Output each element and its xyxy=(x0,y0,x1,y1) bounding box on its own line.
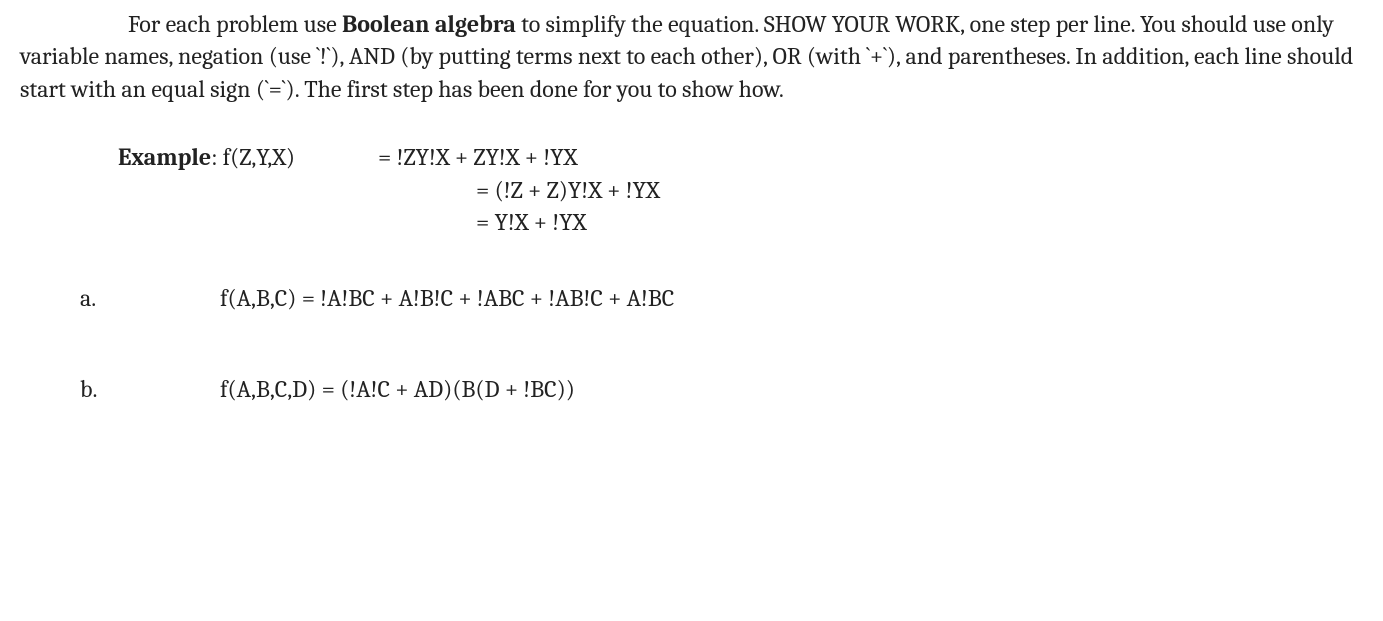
example-line-1: = (!Z + Z)Y!X + !YX xyxy=(476,174,1363,206)
example-block: Example: f(Z,Y,X) = !ZY!X + ZY!X + !YX =… xyxy=(118,141,1363,238)
problem-letter: b. xyxy=(80,373,140,405)
problem-letter: a. xyxy=(80,282,140,314)
instructions-pre: For each problem use xyxy=(128,10,342,38)
problem-a: a. f(A,B,C) = !A!BC + A!B!C + !ABC + !AB… xyxy=(20,282,1363,314)
problem-expression: f(A,B,C,D) = (!A!C + AD)(B(D + !BC)) xyxy=(220,373,575,405)
example-label: Example: f(Z,Y,X) xyxy=(118,141,378,173)
problem-b: b. f(A,B,C,D) = (!A!C + AD)(B(D + !BC)) xyxy=(20,373,1363,405)
problem-expression: f(A,B,C) = !A!BC + A!B!C + !ABC + !AB!C … xyxy=(220,282,674,314)
example-line-0: = !ZY!X + ZY!X + !YX xyxy=(378,141,577,173)
example-label-bold: Example xyxy=(118,143,211,171)
instructions-paragraph: For each problem use Boolean algebra to … xyxy=(20,8,1363,105)
example-line-2: = Y!X + !YX xyxy=(476,206,1363,238)
instructions-bold: Boolean algebra xyxy=(342,10,516,38)
example-label-rest: : f(Z,Y,X) xyxy=(211,143,295,171)
